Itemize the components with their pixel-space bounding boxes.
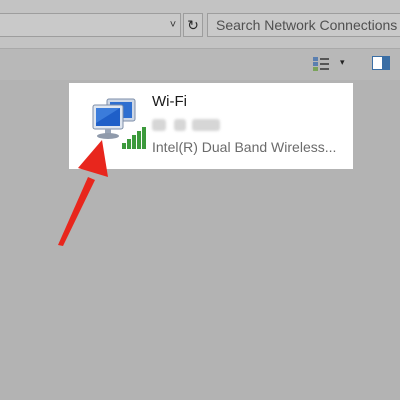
search-input[interactable]: Search Network Connections — [207, 13, 400, 37]
address-dropdown-icon[interactable]: ˅ — [166, 18, 180, 32]
preview-pane-icon[interactable] — [372, 56, 390, 70]
adapter-description: Intel(R) Dual Band Wireless... — [152, 139, 337, 155]
command-toolbar: ▾ — [0, 48, 400, 80]
connection-name: Wi-Fi — [152, 93, 187, 110]
address-row: ˅ ↻ Search Network Connections — [0, 0, 400, 48]
red-arrow-annotation — [58, 140, 108, 246]
network-connections-window: ˅ ↻ Search Network Connections ▾ Wi-Fi I… — [0, 0, 400, 400]
network-name-redacted — [152, 119, 220, 131]
refresh-button[interactable]: ↻ — [183, 13, 203, 37]
view-options-dropdown-icon[interactable]: ▾ — [340, 57, 345, 68]
change-view-icon[interactable] — [312, 56, 330, 72]
address-bar[interactable] — [0, 13, 181, 37]
